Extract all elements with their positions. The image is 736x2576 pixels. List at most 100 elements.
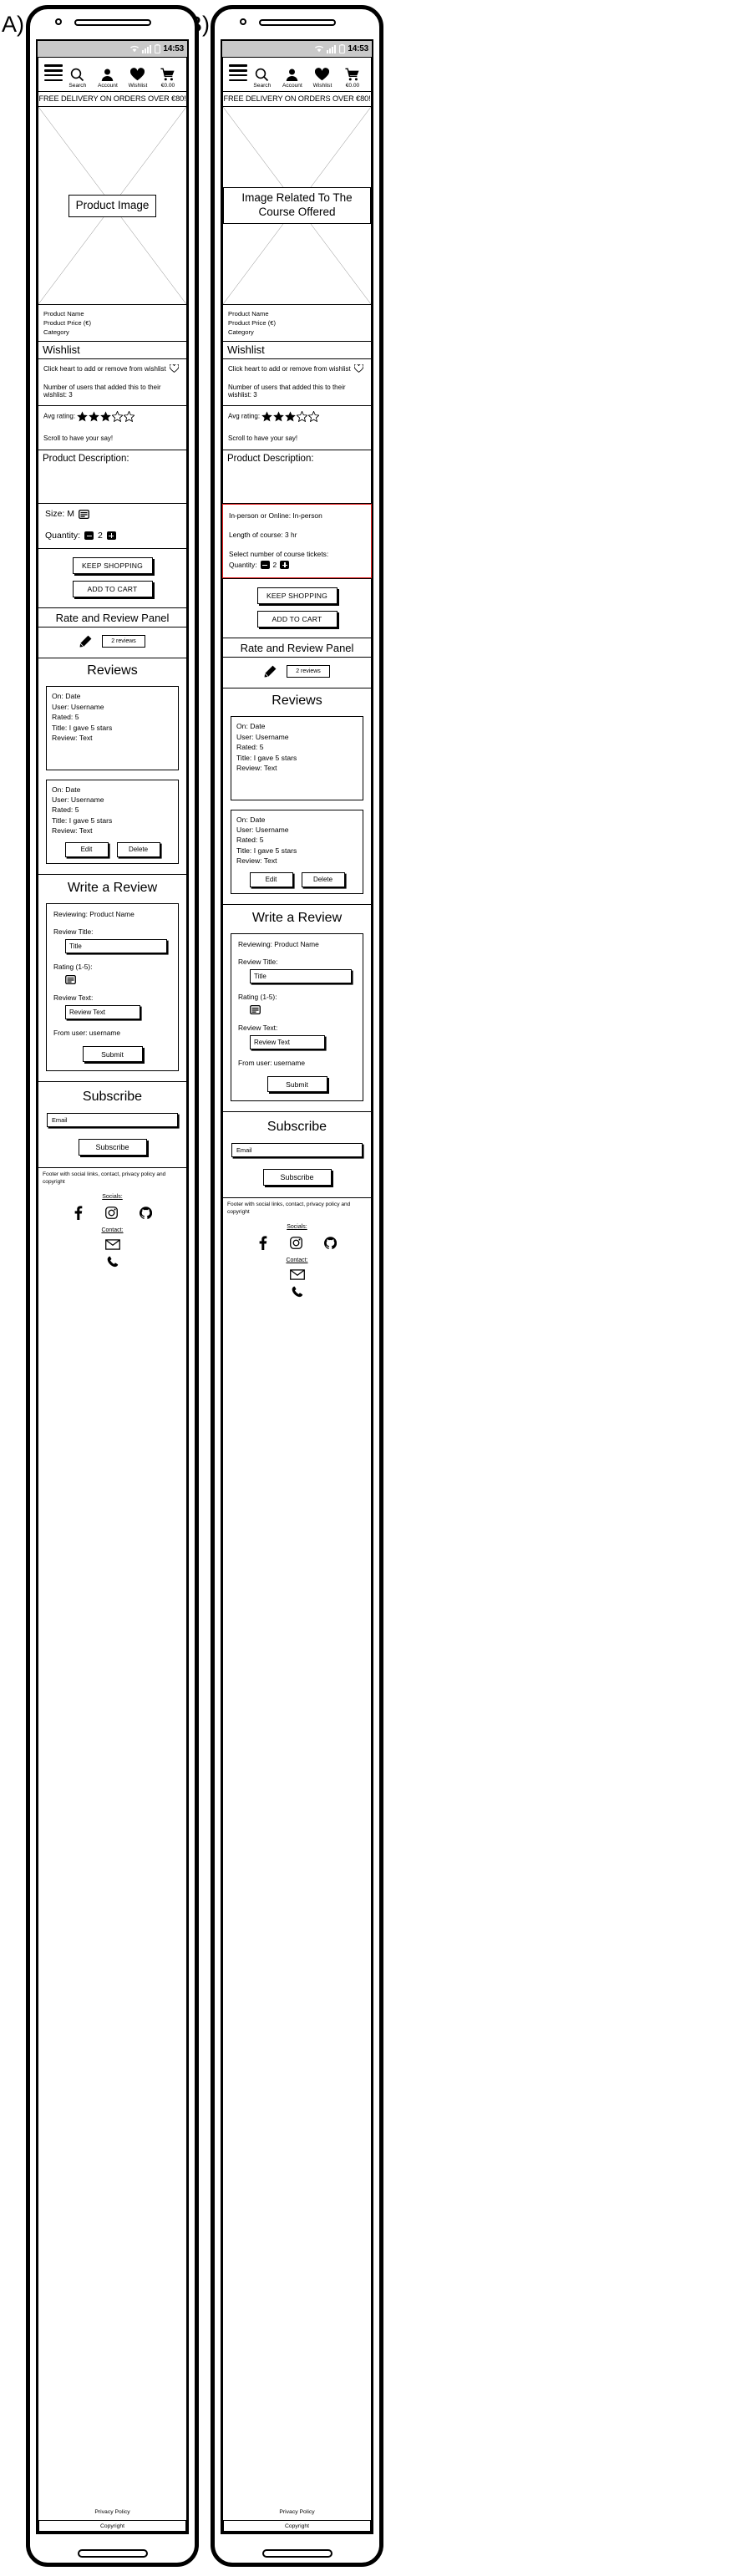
screen-a: 14:53 Search Account Wishlist €0.00 FREE… [36, 39, 189, 2534]
review-count-badge[interactable]: 2 reviews [102, 635, 145, 648]
keep-shopping-button[interactable]: KEEP SHOPPING [72, 557, 153, 575]
email-icon [289, 1268, 305, 1280]
product-price: Product Price (€) [228, 319, 276, 328]
footer-note: Footer with social links, contact, priva… [227, 1202, 351, 1215]
nav-account[interactable]: Account [277, 68, 307, 89]
cart-icon [160, 68, 175, 81]
reviews-section-a: Reviews On: Date User: Username Rated: 5… [38, 658, 187, 876]
add-to-cart-button[interactable]: ADD TO CART [72, 581, 153, 598]
subscribe-email-input[interactable]: Email [47, 1113, 178, 1128]
signal-icon [142, 45, 152, 53]
review-user: User: Username [236, 732, 289, 741]
nav-cart[interactable]: €0.00 [153, 68, 183, 89]
product-image-placeholder-a: Product Image [38, 107, 187, 306]
hamburger-menu-icon[interactable] [229, 62, 247, 84]
privacy-policy-link[interactable]: Privacy Policy [227, 2509, 367, 2520]
product-info-a: Product Name Product Price (€) Category [38, 305, 187, 343]
review-title-input[interactable]: Title [65, 939, 167, 954]
footer-a: Footer with social links, contact, priva… [38, 1168, 187, 2533]
submit-wrap: Submit [238, 1076, 356, 1093]
delete-review-button[interactable]: Delete [301, 871, 345, 888]
promo-banner: FREE DELIVERY ON ORDERS OVER €80! [38, 92, 187, 108]
review-count-badge[interactable]: 2 reviews [287, 665, 330, 678]
submit-review-button[interactable]: Submit [82, 1046, 143, 1063]
nav-wishlist[interactable]: Wishlist [123, 68, 153, 89]
quantity-row[interactable]: Quantity: 2 [45, 531, 181, 541]
course-length: Length of course: 3 hr [229, 531, 297, 540]
product-info-b: Product Name Product Price (€) Category [222, 305, 372, 343]
review-title: Title: I gave 5 stars [52, 815, 113, 825]
subscribe-button[interactable]: Subscribe [78, 1139, 147, 1156]
course-quantity-minus-button[interactable] [260, 561, 270, 570]
rating-select-wrap[interactable] [65, 975, 171, 985]
review-text-input[interactable]: Review Text [65, 1005, 140, 1020]
wishlist-hint-row[interactable]: Click heart to add or remove from wishli… [43, 364, 181, 373]
phone-mockup-b: 14:53 Search Account Wishlist €0.00 FREE… [211, 5, 383, 2567]
write-review-form: Reviewing: Product Name Review Title: Ti… [231, 933, 363, 1102]
course-options-highlight-b: In-person or Online: In-person Length of… [222, 504, 372, 579]
size-row[interactable]: Size: M [45, 509, 181, 519]
review-title-input[interactable]: Title [250, 969, 352, 984]
nav-wishlist[interactable]: Wishlist [307, 68, 338, 89]
socials-row [43, 1205, 182, 1220]
contact-heading: Contact: [286, 1257, 308, 1263]
course-tickets-group: Select number of course tickets: Quantit… [229, 550, 365, 570]
screen-b: 14:53 Search Account Wishlist €0.00 FREE… [221, 39, 373, 2534]
review-user: User: Username [236, 826, 289, 835]
rating-select-wrap[interactable] [250, 1005, 356, 1015]
privacy-policy-link[interactable]: Privacy Policy [43, 2509, 182, 2520]
phone-icon [292, 1286, 302, 1297]
wishlist-hint-row[interactable]: Click heart to add or remove from wishli… [228, 364, 366, 373]
subscribe-button[interactable]: Subscribe [262, 1169, 332, 1186]
review-date: On: Date [236, 815, 266, 824]
course-image-label: Image Related To The Course Offered [223, 187, 371, 225]
review-text-input[interactable]: Review Text [250, 1035, 325, 1050]
phone-top-bezel-a [30, 9, 195, 39]
quantity-minus-button[interactable] [84, 531, 94, 541]
star-empty-icon [112, 411, 124, 423]
edit-review-button[interactable]: Edit [64, 841, 109, 858]
nav-search[interactable]: Search [247, 68, 277, 89]
wishlist-count-row: Number of users that added this to their… [43, 384, 181, 399]
facebook-icon [74, 1205, 83, 1220]
add-to-cart-button[interactable]: ADD TO CART [256, 611, 338, 628]
subscribe-email-input[interactable]: Email [231, 1143, 363, 1158]
review-panel-body-a: 2 reviews [38, 627, 187, 659]
reviews-section-b: Reviews On: Date User: Username Rated: 5… [222, 688, 372, 906]
course-quantity-row[interactable]: Quantity: 2 [229, 561, 365, 570]
from-user-line: From user: username [238, 1059, 306, 1068]
keep-shopping-button[interactable]: KEEP SHOPPING [256, 587, 338, 605]
review-text: Review: Text [52, 734, 93, 743]
course-quantity-plus-button[interactable] [280, 561, 290, 570]
quantity-plus-button[interactable] [106, 531, 116, 541]
nav-search[interactable]: Search [63, 68, 93, 89]
star-filled-icon [261, 411, 273, 422]
subscribe-button-wrap: Subscribe [38, 1139, 186, 1156]
reviewing-line: Reviewing: Product Name [53, 910, 135, 919]
footer-note: Footer with social links, contact, priva… [43, 1171, 166, 1185]
wishlist-count: Number of users that added this to their… [43, 384, 161, 399]
nav-account[interactable]: Account [93, 68, 123, 89]
nav-cart[interactable]: €0.00 [338, 68, 368, 89]
phone-bottom-bezel-b [215, 2549, 379, 2558]
phone-mockup-a: 14:53 Search Account Wishlist €0.00 FREE… [26, 5, 199, 2567]
product-category: Category [43, 328, 69, 337]
pencil-icon [264, 665, 277, 678]
edit-review-button[interactable]: Edit [249, 871, 293, 888]
review-panel-body-b: 2 reviews [222, 658, 372, 689]
rating-label: Rating (1-5): [238, 993, 277, 1002]
review-user: User: Username [52, 795, 104, 805]
reviewing-line: Reviewing: Product Name [238, 940, 319, 949]
submit-review-button[interactable]: Submit [266, 1076, 327, 1093]
cart-actions-b: KEEP SHOPPING ADD TO CART [222, 578, 372, 639]
hamburger-menu-icon[interactable] [44, 62, 63, 84]
wifi-icon [130, 45, 140, 53]
review-panel-title: Rate and Review Panel [222, 638, 372, 658]
subscribe-heading: Subscribe [266, 1120, 327, 1135]
description-title: Product Description: [227, 454, 314, 465]
github-icon [324, 1236, 337, 1249]
delete-review-button[interactable]: Delete [116, 841, 160, 858]
submit-wrap: Submit [53, 1046, 171, 1063]
from-user-line: From user: username [53, 1029, 121, 1038]
wishlist-section-title: Wishlist [38, 342, 187, 360]
